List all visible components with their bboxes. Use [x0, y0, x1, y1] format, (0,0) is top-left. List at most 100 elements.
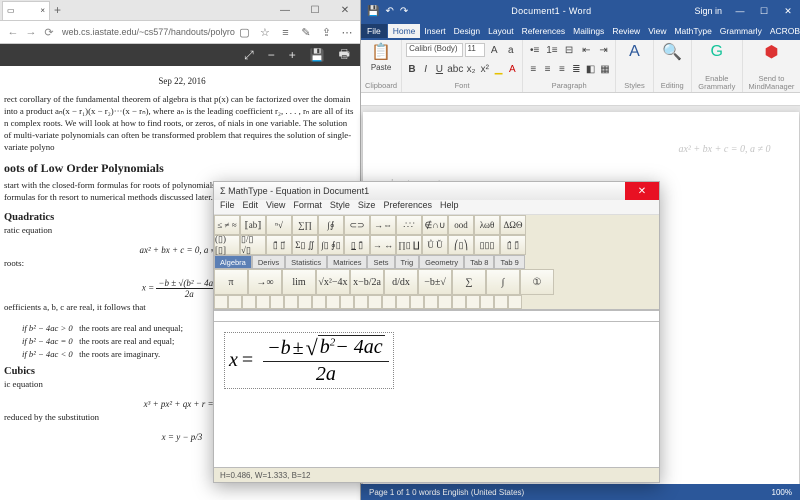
palette-cell[interactable]: ∉∩∪ [422, 215, 448, 235]
mathtype-editor[interactable]: x= −b± √b2− 4ac 2a [214, 322, 659, 467]
shading-icon[interactable]: ◧ [584, 62, 596, 78]
mini-cell[interactable] [256, 295, 270, 309]
undo-icon[interactable]: ↶ [385, 6, 393, 17]
menu-view[interactable]: View [266, 200, 285, 214]
palette-cell[interactable]: ▯▯▯ [474, 235, 500, 255]
grow-font-icon[interactable]: A [487, 42, 502, 58]
mathtype-ruler[interactable] [214, 310, 659, 322]
mathtype-close-button[interactable]: ✕ [625, 182, 659, 200]
window-maximize-button[interactable]: ☐ [300, 5, 330, 16]
reading-view-icon[interactable]: ▢ [235, 26, 253, 39]
pdf-print-icon[interactable]: 🖶 [339, 45, 350, 66]
palette-cell[interactable]: √x²−4x [316, 269, 350, 295]
tab-close-icon[interactable]: × [40, 6, 45, 15]
palette-cell[interactable]: π [214, 269, 248, 295]
share-icon[interactable]: ⇪ [317, 26, 335, 39]
more-icon[interactable]: ⋯ [338, 26, 356, 39]
palette-cell[interactable]: ⊂⊃ [344, 215, 370, 235]
address-bar[interactable]: web.cs.iastate.edu/~cs577/handouts/polyr… [58, 27, 235, 37]
italic-button[interactable]: I [420, 62, 432, 78]
multilevel-icon[interactable]: ⊟ [562, 42, 577, 58]
mini-cell[interactable] [424, 295, 438, 309]
palette-cell[interactable]: ood [448, 215, 474, 235]
superscript-button[interactable]: x² [479, 62, 491, 78]
mini-cell[interactable] [284, 295, 298, 309]
palette-cell[interactable]: → ↔ [370, 235, 396, 255]
palette-tab[interactable]: Tab 8 [464, 255, 494, 269]
back-button[interactable]: ← [4, 26, 22, 38]
mini-cell[interactable] [466, 295, 480, 309]
palette-cell[interactable]: ▯̲ ▯̄ [344, 235, 370, 255]
palette-cell[interactable]: λωθ [474, 215, 500, 235]
palette-tab[interactable]: Statistics [285, 255, 327, 269]
menu-size[interactable]: Size [358, 200, 376, 214]
palette-tab[interactable]: Trig [395, 255, 420, 269]
strike-button[interactable]: abc [447, 62, 463, 78]
palette-cell[interactable]: x−b/2a [350, 269, 384, 295]
underline-button[interactable]: U [434, 62, 446, 78]
fontcolor-icon[interactable]: A [506, 62, 518, 78]
palette-cell[interactable]: ① [520, 269, 554, 295]
tab-file[interactable]: File [361, 24, 387, 38]
borders-icon[interactable]: ▦ [599, 62, 611, 78]
redo-icon[interactable]: ↷ [400, 6, 408, 17]
mini-cell[interactable] [340, 295, 354, 309]
palette-cell[interactable]: d/dx [384, 269, 418, 295]
palette-cell[interactable]: ⁿ√ [266, 215, 292, 235]
palette-cell[interactable]: ⟦ab⟧ [240, 215, 266, 235]
outdent-icon[interactable]: ⇤ [579, 42, 594, 58]
new-tab-button[interactable]: + [54, 3, 61, 17]
mini-cell[interactable] [382, 295, 396, 309]
reading-list-icon[interactable]: ≡ [276, 27, 294, 39]
shrink-font-icon[interactable]: a [504, 42, 519, 58]
mini-cell[interactable] [396, 295, 410, 309]
mini-cell[interactable] [312, 295, 326, 309]
highlight-icon[interactable]: ▁ [493, 62, 505, 78]
window-maximize-button[interactable]: ☐ [752, 6, 776, 17]
palette-cell[interactable]: (▯) [▯] [214, 235, 240, 255]
browser-tab[interactable]: ▭× [2, 1, 50, 20]
mini-cell[interactable] [368, 295, 382, 309]
palette-cell[interactable]: ▯/▯ √▯ [240, 235, 266, 255]
tab-review[interactable]: Review [608, 26, 644, 36]
palette-cell[interactable]: Ů Ǔ [422, 235, 448, 255]
word-ruler[interactable] [361, 93, 800, 106]
editing-button[interactable]: 🔍 [658, 42, 687, 62]
pdf-zoomin-icon[interactable]: + [289, 48, 296, 62]
pdf-fit-icon[interactable]: ⤢ [244, 48, 254, 63]
palette-tab[interactable]: Geometry [419, 255, 464, 269]
mini-cell[interactable] [242, 295, 256, 309]
palette-cell[interactable]: ∑ [452, 269, 486, 295]
align-right-icon[interactable]: ≡ [556, 62, 568, 78]
numbering-icon[interactable]: 1≡ [544, 42, 559, 58]
window-close-button[interactable]: ✕ [330, 5, 360, 16]
palette-cell[interactable]: ▯̄ ▯⃗ [266, 235, 292, 255]
mini-cell[interactable] [410, 295, 424, 309]
palette-tab[interactable]: Algebra [214, 255, 252, 269]
tab-grammarly[interactable]: Grammarly [716, 26, 766, 36]
mini-cell[interactable] [494, 295, 508, 309]
tab-home[interactable]: Home [388, 24, 421, 38]
menu-preferences[interactable]: Preferences [383, 200, 432, 214]
menu-style[interactable]: Style [330, 200, 350, 214]
mini-cell[interactable] [270, 295, 284, 309]
palette-cell[interactable]: ΔΩΘ [500, 215, 526, 235]
justify-icon[interactable]: ≣ [570, 62, 582, 78]
palette-cell[interactable]: ∫∮ [318, 215, 344, 235]
notes-icon[interactable]: ✎ [297, 26, 315, 39]
styles-button[interactable]: A [620, 42, 649, 62]
mini-cell[interactable] [354, 295, 368, 309]
palette-cell[interactable]: ∫▯ ∮▯ [318, 235, 344, 255]
bullets-icon[interactable]: •≡ [527, 42, 542, 58]
indent-icon[interactable]: ⇥ [596, 42, 611, 58]
menu-edit[interactable]: Edit [243, 200, 259, 214]
mini-cell[interactable] [452, 295, 466, 309]
signin-button[interactable]: Sign in [688, 6, 728, 16]
mini-cell[interactable] [480, 295, 494, 309]
tab-insert[interactable]: Insert [420, 26, 449, 36]
palette-cell[interactable]: −b±√ [418, 269, 452, 295]
palette-cell[interactable]: →⇔ [370, 215, 396, 235]
menu-help[interactable]: Help [440, 200, 459, 214]
mini-cell[interactable] [214, 295, 228, 309]
tab-references[interactable]: References [518, 26, 569, 36]
